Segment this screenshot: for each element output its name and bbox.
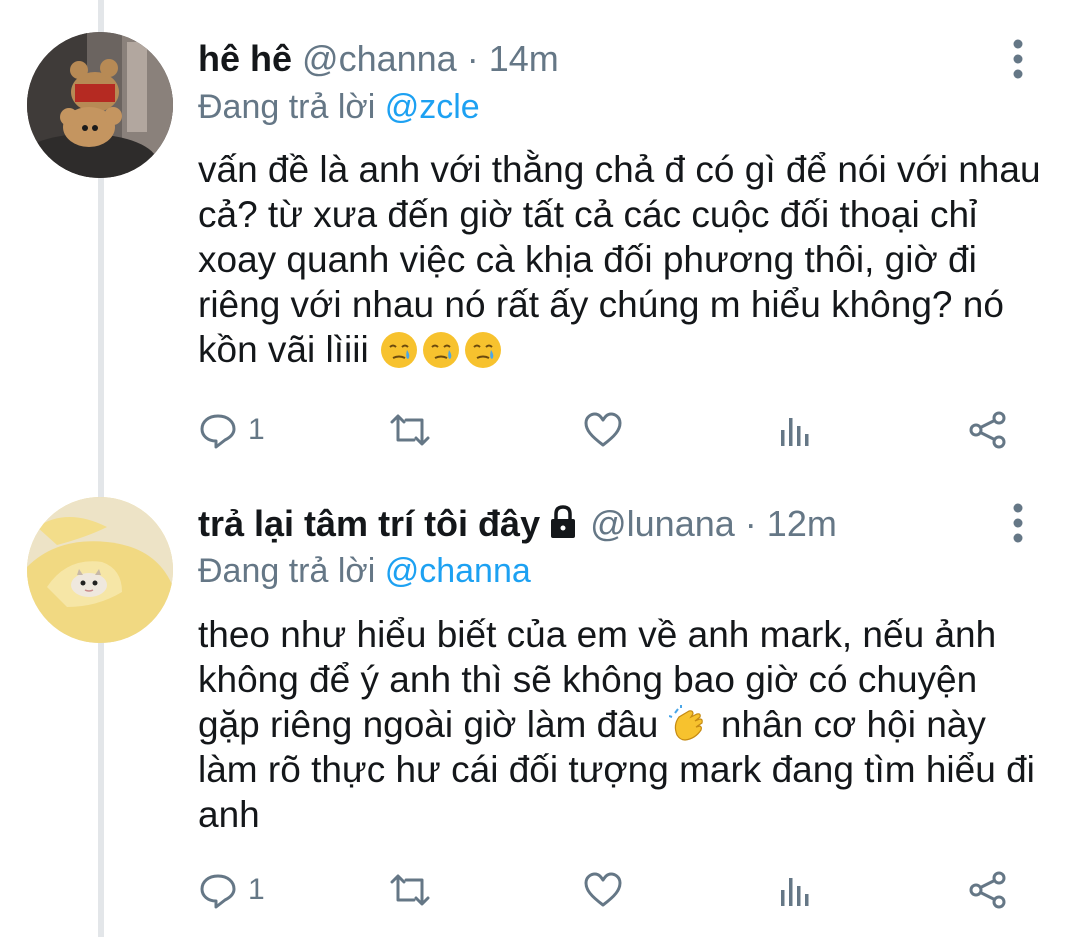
crying-face-emoji-icon	[421, 330, 461, 370]
retweet-icon	[390, 414, 430, 446]
replying-prefix: Đang trả lời	[198, 88, 376, 126]
tweet-actions: 1	[198, 865, 1028, 915]
like-button[interactable]	[583, 865, 623, 915]
teddy-bear-avatar-image	[27, 32, 173, 178]
analytics-button[interactable]	[776, 405, 816, 455]
avatar[interactable]	[27, 32, 173, 178]
more-options-icon[interactable]	[998, 500, 1038, 546]
replying-to-line: Đang trả lời @zcle	[198, 86, 480, 128]
analytics-button[interactable]	[776, 865, 816, 915]
replying-to-line: Đang trả lời @channa	[198, 550, 531, 592]
analytics-icon	[781, 418, 809, 446]
separator-dot: ·	[744, 503, 757, 544]
replying-to-user-link[interactable]: @channa	[385, 552, 531, 590]
heart-icon	[584, 872, 622, 907]
display-name[interactable]: trả lại tâm trí tôi đây	[198, 503, 540, 544]
tweet-reply-2[interactable]: trả lại tâm trí tôi đây @lunana · 12m Đa…	[0, 470, 1080, 937]
crying-face-emoji-icon	[463, 330, 503, 370]
user-handle[interactable]: @lunana	[590, 503, 735, 544]
retweet-button[interactable]	[388, 405, 432, 455]
reply-count: 1	[248, 413, 265, 446]
retweet-icon	[390, 874, 430, 906]
reply-button[interactable]: 1	[198, 405, 265, 455]
tweet-header: hê hê @channa · 14m	[198, 37, 559, 81]
tweet-text-content: vấn đề là anh với thằng chả đ có gì để n…	[198, 149, 1051, 370]
cat-in-banana-avatar-image	[27, 497, 173, 643]
replying-prefix: Đang trả lời	[198, 552, 376, 590]
more-options-icon[interactable]	[998, 36, 1038, 82]
user-handle[interactable]: @channa	[302, 38, 457, 79]
replying-to-user-link[interactable]: @zcle	[385, 88, 480, 126]
reply-count: 1	[248, 873, 265, 906]
tweet-text: theo như hiểu biết của em về anh mark, n…	[198, 612, 1048, 837]
tweet-text: vấn đề là anh với thằng chả đ có gì để n…	[198, 147, 1048, 372]
reply-icon	[200, 874, 236, 909]
heart-icon	[584, 412, 622, 447]
like-button[interactable]	[583, 405, 623, 455]
display-name[interactable]: hê hê	[198, 38, 292, 79]
crying-face-emoji-icon	[379, 330, 419, 370]
share-icon	[969, 871, 1006, 909]
avatar[interactable]	[27, 497, 173, 643]
share-icon	[969, 411, 1006, 449]
tweet-actions: 1	[198, 405, 1028, 455]
timestamp[interactable]: 14m	[489, 38, 559, 79]
retweet-button[interactable]	[388, 865, 432, 915]
separator-dot: ·	[466, 38, 479, 79]
tweet-header: trả lại tâm trí tôi đây @lunana · 12m	[198, 502, 837, 546]
lock-icon	[546, 504, 580, 540]
timestamp[interactable]: 12m	[767, 503, 837, 544]
tweet-reply-1[interactable]: hê hê @channa · 14m Đang trả lời @zcle v…	[0, 0, 1080, 470]
clapping-hands-emoji-icon	[668, 705, 709, 745]
reply-icon	[200, 414, 236, 449]
analytics-icon	[781, 878, 809, 906]
share-button[interactable]	[968, 405, 1008, 455]
reply-button[interactable]: 1	[198, 865, 265, 915]
share-button[interactable]	[968, 865, 1008, 915]
